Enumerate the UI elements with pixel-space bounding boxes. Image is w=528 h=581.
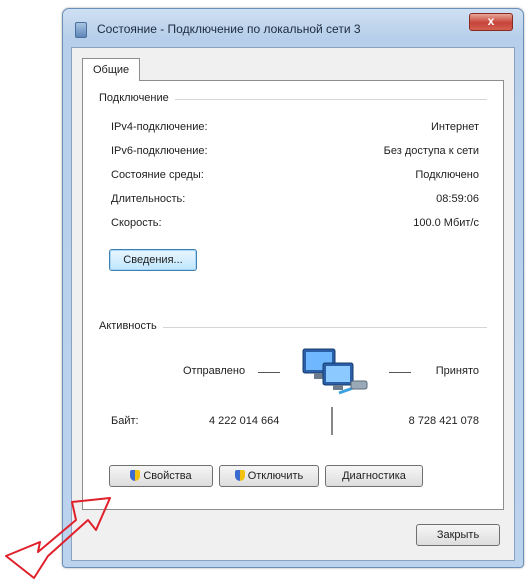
bytes-received-value: 8 728 421 078 [408, 415, 479, 427]
media-state-value: Подключено [415, 169, 479, 181]
uac-shield-icon [130, 470, 141, 481]
activity-group-title: Активность [99, 320, 163, 332]
bytes-sent-value: 4 222 014 664 [209, 415, 280, 427]
dialog-client-area: Общие Подключение IPv4-подключение: Инте… [71, 47, 515, 561]
properties-button[interactable]: Свойства [109, 465, 213, 487]
disable-button[interactable]: Отключить [219, 465, 319, 487]
annotation-arrow-icon [5, 497, 111, 579]
status-window: Состояние - Подключение по локальной сет… [62, 8, 524, 568]
speed-value: 100.0 Мбит/с [413, 217, 479, 229]
sent-dash [258, 372, 280, 373]
sent-label: Отправлено [183, 365, 246, 377]
duration-label: Длительность: [111, 193, 186, 205]
diagnose-button[interactable]: Диагностика [325, 465, 423, 487]
network-window-icon [75, 22, 87, 38]
ipv4-label: IPv4-подключение: [111, 121, 208, 133]
duration-value: 08:59:06 [436, 193, 479, 205]
ipv4-value: Интернет [431, 121, 479, 133]
ipv6-label: IPv6-подключение: [111, 145, 208, 157]
media-state-label: Состояние среды: [111, 169, 204, 181]
network-computers-icon [302, 348, 368, 395]
title-bar[interactable]: Состояние - Подключение по локальной сет… [63, 9, 523, 47]
received-label: Принято [435, 365, 479, 377]
disable-button-label: Отключить [247, 470, 304, 482]
close-window-button[interactable]: x [469, 13, 513, 31]
activity-divider [331, 407, 333, 435]
properties-button-label: Свойства [143, 470, 192, 482]
uac-shield-icon [234, 470, 245, 481]
speed-label: Скорость: [111, 217, 162, 229]
close-button[interactable]: Закрыть [416, 524, 500, 546]
tab-general[interactable]: Общие [82, 58, 141, 81]
window-title: Состояние - Подключение по локальной сет… [97, 22, 361, 36]
ipv6-value: Без доступа к сети [383, 145, 479, 157]
details-button[interactable]: Сведения... [109, 249, 197, 271]
received-dash [389, 372, 411, 373]
connection-group-title: Подключение [99, 92, 175, 104]
tab-panel-general: Подключение IPv4-подключение: Интернет I… [82, 80, 504, 510]
bytes-label: Байт: [111, 415, 139, 427]
